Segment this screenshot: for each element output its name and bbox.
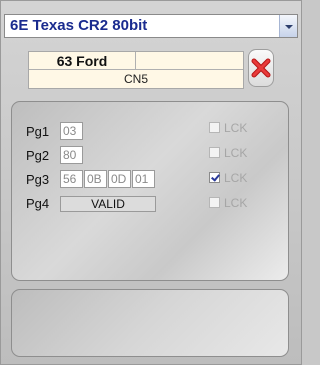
checkbox-box[interactable]	[209, 197, 220, 208]
checkbox-box-checked[interactable]	[209, 172, 220, 183]
page-byte-field[interactable]: 56	[60, 170, 83, 188]
lock-label: LCK	[224, 121, 248, 135]
status-group	[11, 289, 289, 357]
page-label: Pg3	[26, 172, 50, 187]
page-status-field: VALID	[60, 196, 156, 212]
page-byte-field[interactable]: 80	[60, 146, 83, 164]
transponder-type-dropdown[interactable]: 6E Texas CR2 80bit	[4, 14, 298, 38]
page-label: Pg2	[26, 148, 50, 163]
vehicle-info-box: 63 Ford CN5	[28, 51, 244, 89]
red-x-icon	[251, 58, 271, 78]
transponder-panel: 6E Texas CR2 80bit 63 Ford CN5 Pg1 03 LC…	[0, 0, 302, 365]
page-label: Pg4	[26, 196, 50, 211]
page-byte-field[interactable]: 01	[132, 170, 155, 188]
checkbox-box[interactable]	[209, 122, 220, 133]
info-empty-cell	[136, 52, 243, 70]
delete-button[interactable]	[248, 49, 274, 87]
checkbox-box[interactable]	[209, 147, 220, 158]
lock-label: LCK	[224, 146, 248, 160]
page-byte-field[interactable]: 0B	[84, 170, 107, 188]
lock-label: LCK	[224, 196, 248, 210]
chevron-down-icon[interactable]	[279, 15, 297, 37]
page-byte-field[interactable]: 03	[60, 122, 83, 140]
page-label: Pg1	[26, 124, 50, 139]
dropdown-selected-value: 6E Texas CR2 80bit	[10, 17, 148, 34]
page-byte-field[interactable]: 0D	[108, 170, 131, 188]
vehicle-make-cell: 63 Ford	[29, 52, 136, 70]
lock-label: LCK	[224, 171, 248, 185]
chip-type-cell: CN5	[123, 72, 148, 86]
